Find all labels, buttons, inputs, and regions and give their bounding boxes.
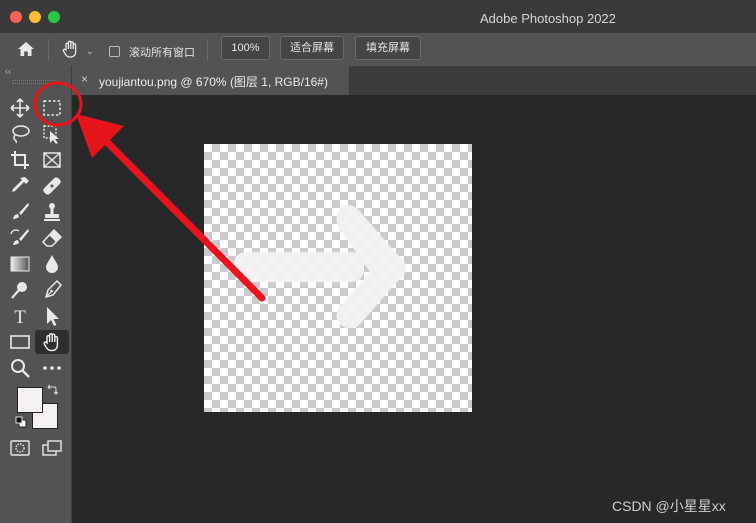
more-tools-button[interactable] bbox=[40, 356, 64, 380]
fit-screen-button[interactable]: 适合屏幕 bbox=[280, 36, 344, 60]
close-window-button[interactable] bbox=[10, 11, 22, 23]
collapse-panel-button[interactable]: ‹‹ bbox=[5, 66, 11, 76]
blur-icon bbox=[46, 255, 58, 273]
clone-stamp-icon bbox=[44, 203, 60, 221]
rectangular-marquee-icon bbox=[43, 100, 61, 116]
path-selection-icon bbox=[47, 307, 59, 326]
more-tools-icon bbox=[43, 366, 61, 370]
document-canvas[interactable] bbox=[204, 144, 472, 412]
history-brush-tool[interactable] bbox=[8, 226, 32, 250]
brush-icon bbox=[13, 203, 29, 219]
move-icon bbox=[10, 98, 30, 118]
hand-icon bbox=[43, 333, 59, 352]
quick-mask-button[interactable] bbox=[8, 436, 32, 460]
screen-mode-icon bbox=[42, 440, 62, 456]
history-brush-icon bbox=[10, 229, 29, 245]
object-selection-icon bbox=[43, 125, 59, 144]
brush-tool[interactable] bbox=[8, 200, 32, 224]
title-bar: Adobe Photoshop 2022 bbox=[0, 0, 756, 34]
minimize-window-button[interactable] bbox=[29, 11, 41, 23]
crop-icon bbox=[11, 151, 29, 169]
annotation-arrow-head bbox=[76, 114, 124, 158]
fill-screen-button[interactable]: 填充屏幕 bbox=[355, 36, 421, 60]
quick-mask-icon bbox=[10, 440, 30, 456]
document-tab-title: youjiantou.png @ 670% (图层 1, RGB/16#) bbox=[99, 75, 328, 89]
dodge-icon bbox=[11, 282, 27, 299]
eyedropper-icon bbox=[12, 177, 29, 192]
rectangle-icon bbox=[10, 335, 30, 349]
chevron-down-icon[interactable]: ⌄ bbox=[86, 46, 94, 57]
rectangular-marquee-tool[interactable] bbox=[40, 96, 64, 120]
move-tool[interactable] bbox=[8, 96, 32, 120]
screen-mode-button[interactable] bbox=[40, 436, 64, 460]
separator bbox=[207, 39, 208, 61]
type-icon: T bbox=[14, 307, 26, 328]
rectangle-tool[interactable] bbox=[8, 330, 32, 354]
type-tool[interactable]: T bbox=[8, 304, 32, 328]
pen-tool[interactable] bbox=[40, 278, 64, 302]
home-button[interactable] bbox=[16, 40, 36, 58]
dodge-tool[interactable] bbox=[8, 278, 32, 302]
healing-brush-icon bbox=[43, 177, 61, 195]
scroll-all-windows-checkbox[interactable] bbox=[109, 46, 120, 57]
tool-preset-picker[interactable] bbox=[60, 38, 82, 60]
blur-tool[interactable] bbox=[40, 252, 64, 276]
frame-icon bbox=[43, 152, 61, 168]
gradient-tool[interactable] bbox=[8, 252, 32, 276]
app-title: Adobe Photoshop 2022 bbox=[480, 11, 616, 26]
home-icon bbox=[18, 42, 34, 56]
hand-icon bbox=[62, 40, 77, 58]
swap-colors-icon[interactable] bbox=[46, 384, 58, 396]
document-tab-bar: × youjiantou.png @ 670% (图层 1, RGB/16#) bbox=[71, 66, 756, 95]
zoom-100-button[interactable]: 100% bbox=[221, 36, 270, 60]
path-selection-tool[interactable] bbox=[40, 304, 64, 328]
zoom-window-button[interactable] bbox=[48, 11, 60, 23]
pen-icon bbox=[44, 279, 63, 299]
frame-tool[interactable] bbox=[40, 148, 64, 172]
healing-brush-tool[interactable] bbox=[40, 174, 64, 198]
default-colors-icon[interactable] bbox=[15, 416, 27, 428]
gradient-icon bbox=[10, 256, 30, 272]
arrow-graphic bbox=[234, 205, 407, 329]
lasso-tool[interactable] bbox=[8, 122, 32, 146]
scroll-all-windows-label: 滚动所有窗口 bbox=[129, 47, 195, 59]
eraser-icon bbox=[41, 228, 63, 247]
lasso-icon bbox=[12, 125, 30, 144]
zoom-icon bbox=[11, 359, 30, 378]
panel-grip[interactable] bbox=[12, 80, 58, 84]
clone-stamp-tool[interactable] bbox=[40, 200, 64, 224]
tab-close-button[interactable]: × bbox=[81, 72, 88, 86]
separator bbox=[48, 39, 49, 61]
crop-tool[interactable] bbox=[8, 148, 32, 172]
document-tab[interactable]: × youjiantou.png @ 670% (图层 1, RGB/16#) bbox=[71, 66, 349, 95]
zoom-tool[interactable] bbox=[8, 356, 32, 380]
eyedropper-tool[interactable] bbox=[8, 174, 32, 198]
tools-panel: ‹‹ T bbox=[0, 66, 72, 523]
hand-tool[interactable] bbox=[35, 330, 69, 354]
foreground-color-swatch[interactable] bbox=[17, 387, 43, 413]
svg-text:T: T bbox=[14, 307, 26, 328]
object-selection-tool[interactable] bbox=[40, 122, 64, 146]
watermark: CSDN @小星星xx bbox=[612, 498, 726, 514]
eraser-tool[interactable] bbox=[40, 226, 64, 250]
